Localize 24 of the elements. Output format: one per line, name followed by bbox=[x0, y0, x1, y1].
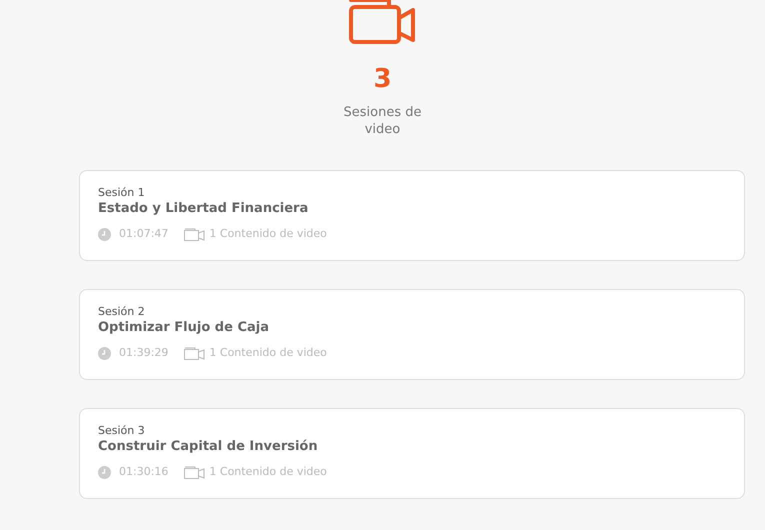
session-card[interactable]: Sesión 3 Construir Capital de Inversión 01:30:16 1 Contenido de video bbox=[79, 408, 745, 499]
session-duration: 01:07:47 bbox=[119, 226, 168, 242]
video-camera-icon bbox=[184, 228, 206, 241]
session-count-label: Sesiones de video bbox=[342, 104, 422, 138]
clock-icon bbox=[98, 466, 111, 479]
session-card[interactable]: Sesión 2 Optimizar Flujo de Caja 01:39:29 1 Contenido de video bbox=[79, 289, 745, 380]
session-title: Construir Capital de Inversión bbox=[98, 438, 319, 456]
video-content-count: 1 Contenido de video bbox=[209, 226, 327, 242]
session-number: Sesión 1 bbox=[98, 186, 146, 200]
video-camera-icon bbox=[348, 0, 416, 44]
session-card[interactable]: Sesión 1 Estado y Libertad Financiera 01:07:47 1 Contenido de video bbox=[79, 170, 745, 261]
video-content-count: 1 Contenido de video bbox=[209, 345, 327, 361]
video-camera-icon bbox=[184, 346, 206, 360]
clock-icon bbox=[98, 346, 111, 360]
session-number: Sesión 3 bbox=[98, 424, 146, 438]
session-duration: 01:30:16 bbox=[119, 464, 168, 480]
session-number: Sesión 2 bbox=[98, 305, 146, 319]
video-content-count: 1 Contenido de video bbox=[209, 464, 327, 480]
session-duration: 01:39:29 bbox=[119, 345, 168, 361]
clock-icon bbox=[98, 228, 111, 241]
session-title: Estado y Libertad Financiera bbox=[98, 200, 310, 218]
session-count: 3 bbox=[373, 66, 392, 92]
session-title: Optimizar Flujo de Caja bbox=[98, 319, 270, 337]
video-camera-icon bbox=[184, 466, 206, 479]
